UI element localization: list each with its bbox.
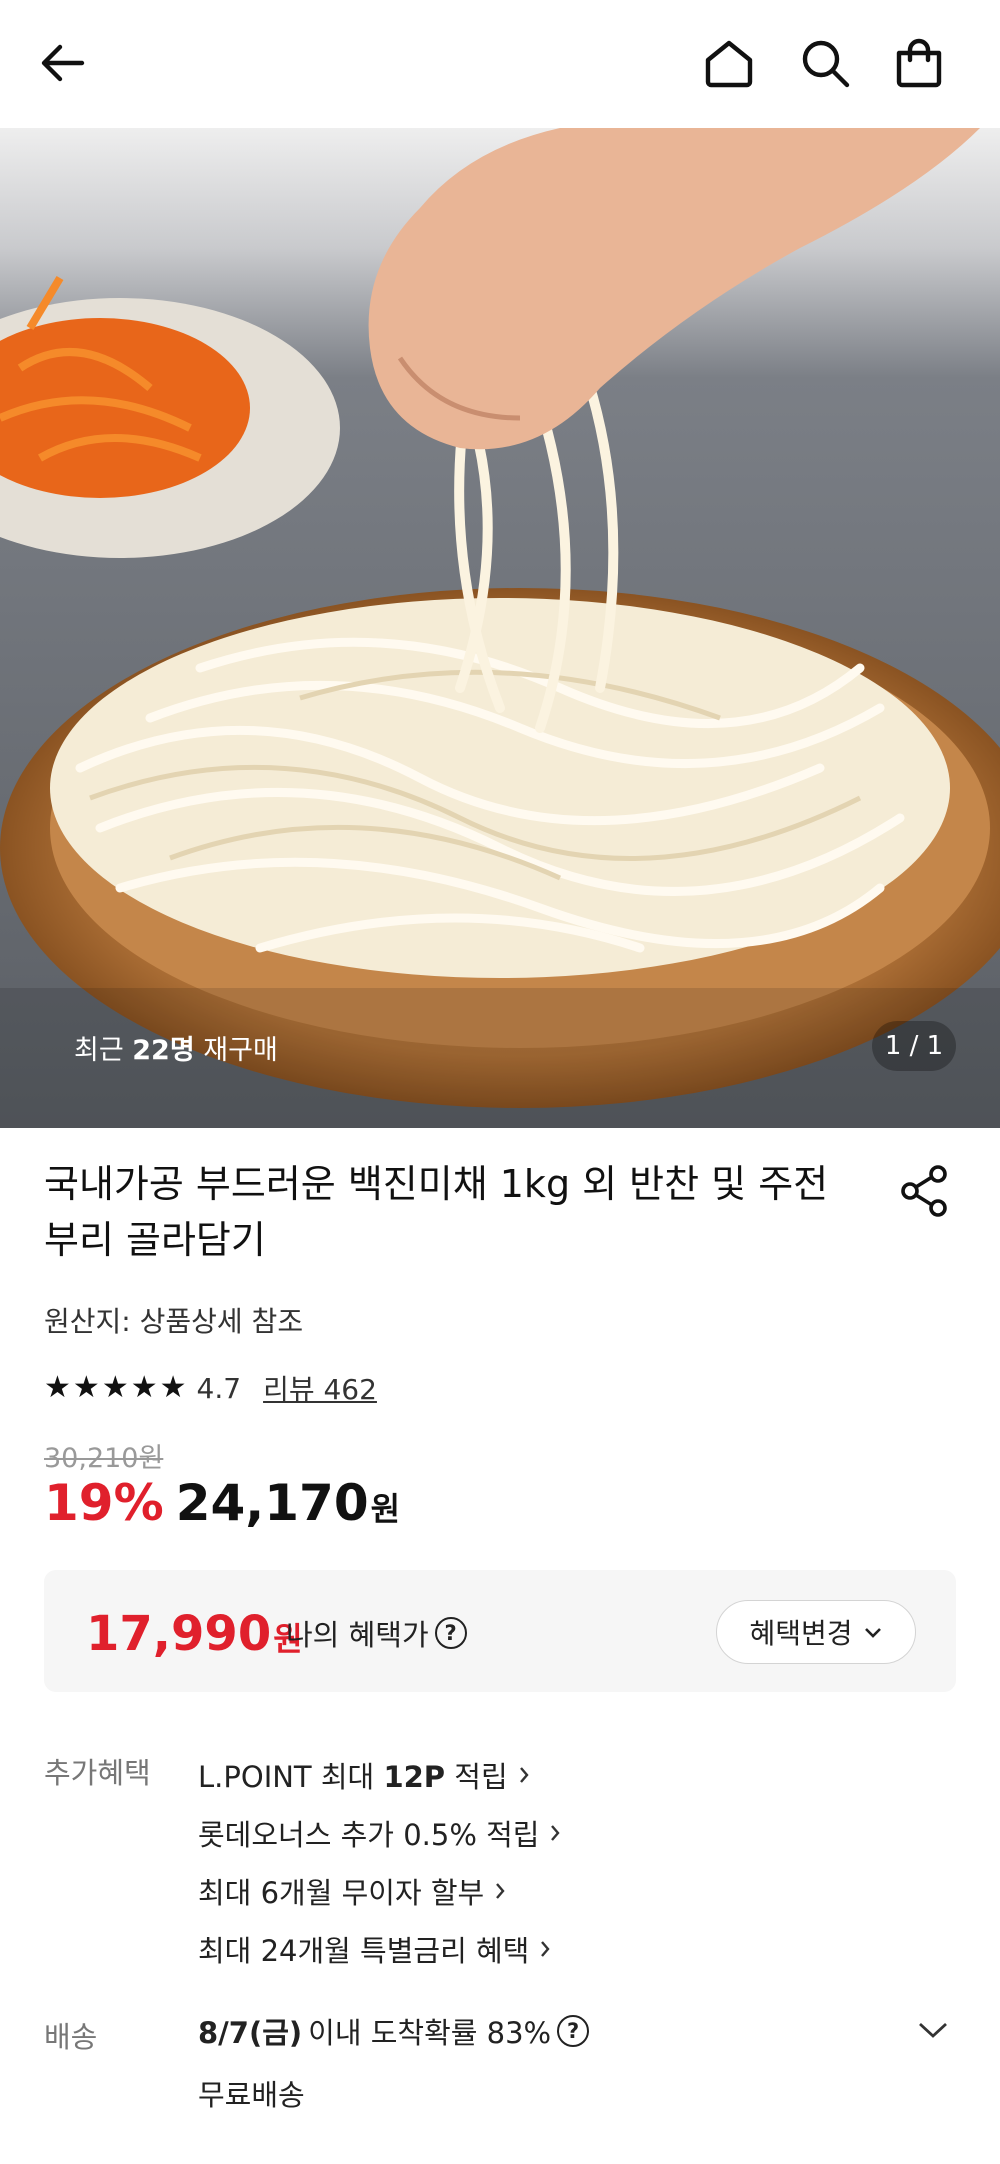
chevron-right-icon	[519, 1767, 529, 1783]
origin-info: 원산지: 상품상세 참조	[44, 1305, 304, 1338]
benefit-text-suffix: 적립	[445, 1760, 508, 1794]
shipping-fee: 무료배송	[198, 2078, 305, 2112]
back-arrow-icon[interactable]	[30, 30, 96, 96]
original-price: 30,210원	[44, 1443, 164, 1474]
chevron-right-icon	[541, 1941, 550, 1957]
home-icon[interactable]	[696, 30, 762, 96]
benefit-text: 최대 6개월 무이자 할부	[198, 1876, 485, 1910]
benefit-points: 12P	[383, 1760, 446, 1794]
benefit-label-text: 나의 혜택가	[286, 1618, 429, 1652]
repurchase-suffix: 재구매	[194, 1035, 278, 1066]
benefit-text: 최대 24개월 특별금리 혜택	[198, 1934, 530, 1968]
chevron-right-icon	[551, 1825, 561, 1841]
product-image-carousel[interactable]: 최근 22명 재구매 1 / 1	[0, 128, 1000, 1128]
benefit-lotte-owners[interactable]: 롯데오너스 추가 0.5% 적립	[198, 1804, 561, 1862]
top-nav-bar	[0, 0, 1000, 128]
benefit-lpoint[interactable]: L.POINT 최대 12P 적립	[198, 1746, 561, 1804]
star-icon: ★	[101, 1370, 129, 1405]
rating-row: ★ ★ ★ ★ ★ 4.7 리뷰 462	[44, 1368, 377, 1408]
repurchase-count: 22명	[132, 1035, 195, 1066]
extra-benefits-list: L.POINT 최대 12P 적립 롯데오너스 추가 0.5% 적립 최대 6개…	[198, 1746, 561, 1978]
review-link[interactable]: 리뷰 462	[263, 1368, 377, 1408]
benefit-text: 롯데오너스 추가 0.5% 적립	[198, 1818, 540, 1852]
star-icon: ★	[130, 1370, 158, 1405]
extra-benefits-label: 추가혜택	[44, 1756, 151, 1790]
sale-price: 24,170	[175, 1474, 369, 1532]
shipping-expand-chevron-icon[interactable]	[916, 2018, 950, 2042]
my-benefit-price-box: 17,990 원 나의 혜택가 ? 혜택변경	[44, 1570, 956, 1692]
benefit-text: L.POINT 최대	[198, 1760, 384, 1794]
benefit-price: 17,990 원	[86, 1606, 303, 1662]
benefit-special-rate[interactable]: 최대 24개월 특별금리 혜택	[198, 1920, 561, 1978]
chevron-down-icon	[864, 1628, 881, 1638]
product-photo	[0, 128, 1000, 1128]
benefit-installment[interactable]: 최대 6개월 무이자 할부	[198, 1862, 561, 1920]
shipping-probability: 이내 도착확률 83%	[308, 2016, 552, 2050]
benefit-label: 나의 혜택가 ?	[286, 1612, 467, 1654]
shipping-eta: 8/7(금) 이내 도착확률 83% ?	[198, 2010, 590, 2052]
benefit-price-value: 17,990	[86, 1606, 272, 1662]
price-unit: 원	[370, 1490, 401, 1528]
star-icon: ★	[72, 1370, 100, 1405]
share-icon[interactable]	[894, 1160, 956, 1222]
star-icon: ★	[44, 1370, 71, 1405]
chevron-right-icon	[496, 1883, 505, 1899]
repurchase-prefix: 최근	[74, 1035, 133, 1066]
repurchase-badge: 최근 22명 재구매	[74, 1028, 278, 1067]
shipping-label: 배송	[44, 2020, 98, 2054]
star-icon: ★	[159, 1370, 187, 1405]
help-icon[interactable]: ?	[434, 1617, 467, 1649]
change-benefit-label: 혜택변경	[749, 1617, 853, 1650]
discount-rate: 19%	[44, 1474, 164, 1532]
image-counter: 1 / 1	[872, 1021, 956, 1071]
shipping-date: 8/7(금)	[198, 2016, 303, 2050]
change-benefit-button[interactable]: 혜택변경	[716, 1600, 916, 1664]
star-rating: ★ ★ ★ ★ ★	[44, 1373, 187, 1403]
search-icon[interactable]	[792, 30, 858, 96]
help-icon[interactable]: ?	[557, 2015, 590, 2047]
price-row: 19% 24,170 원	[44, 1474, 400, 1532]
product-title: 국내가공 부드러운 백진미채 1kg 외 반찬 및 주전부리 골라담기	[44, 1162, 829, 1262]
shopping-bag-icon[interactable]	[886, 30, 952, 96]
rating-score: 4.7	[196, 1371, 242, 1405]
